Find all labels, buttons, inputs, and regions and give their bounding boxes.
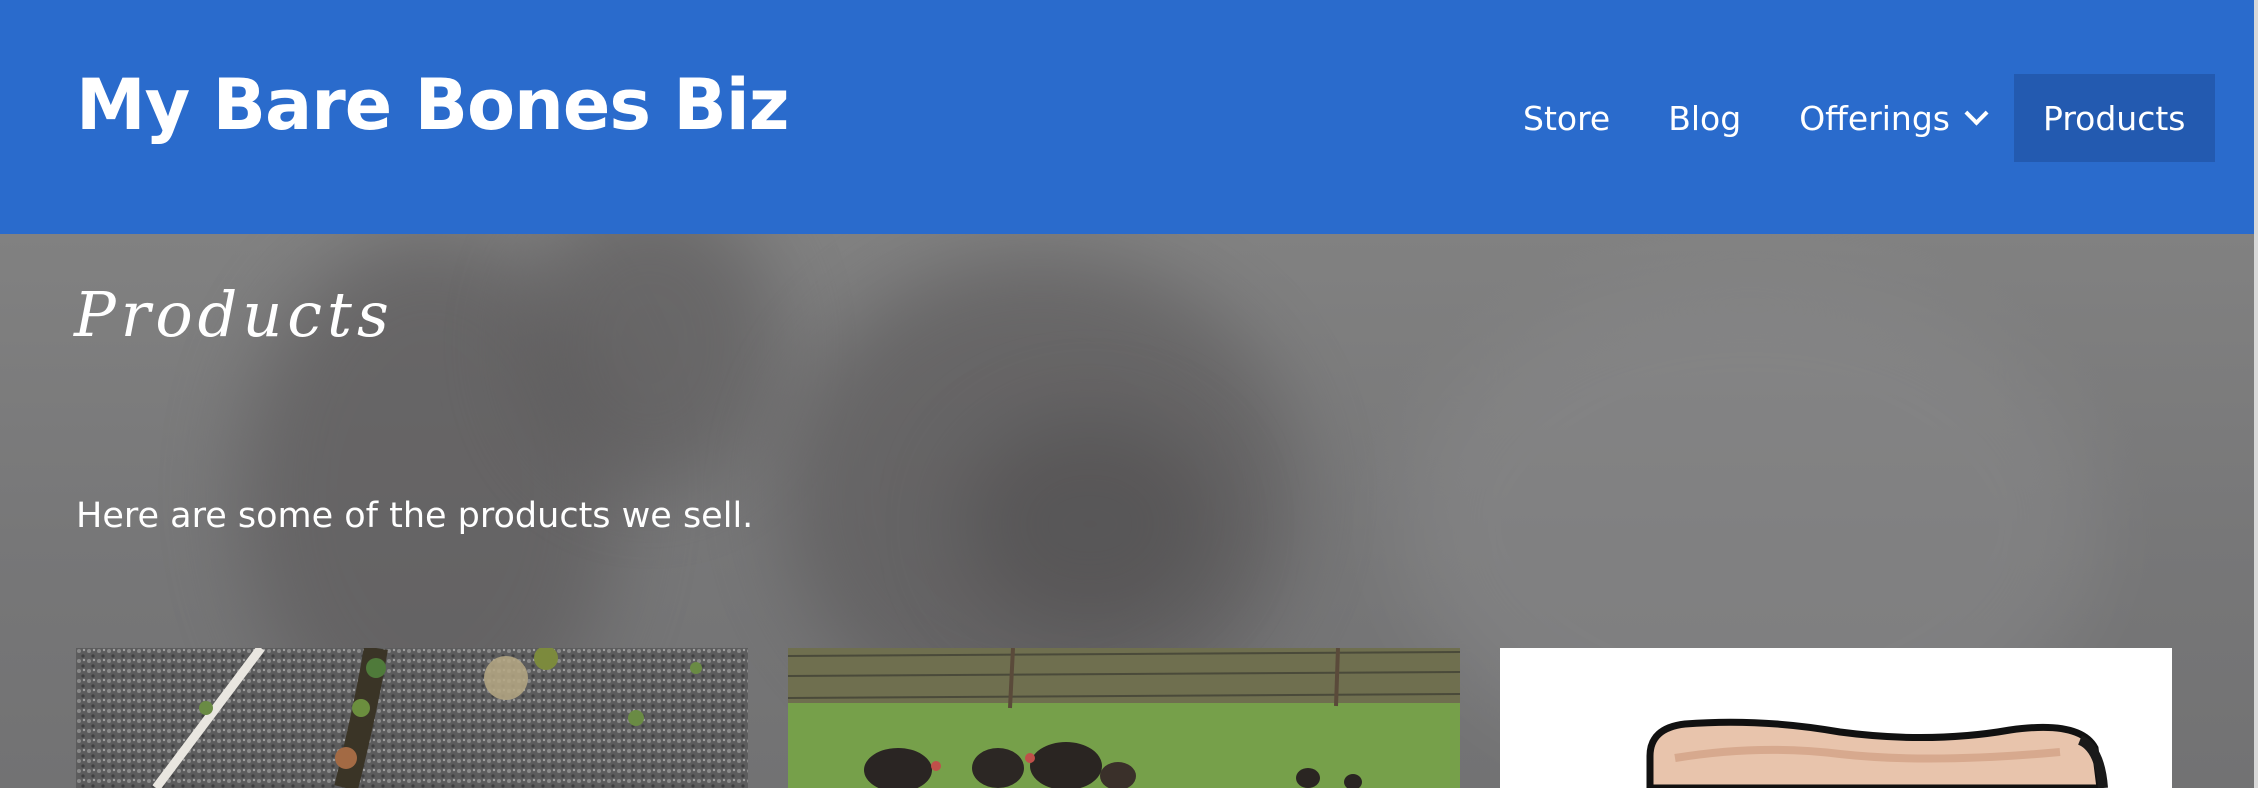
nav-item-label: Blog: [1668, 98, 1742, 138]
window-edge: [2254, 0, 2258, 788]
smoke-decoration: [960, 414, 1220, 634]
product-card-bone[interactable]: [1500, 648, 2172, 788]
nav-item-store[interactable]: Store: [1494, 74, 1639, 162]
chevron-down-icon[interactable]: [1964, 100, 1989, 126]
main-nav: Store Blog Offerings Products: [1494, 74, 2215, 162]
hero-section: Products Here are some of the products w…: [0, 234, 2254, 788]
product-card-gravel[interactable]: [76, 648, 748, 788]
nav-item-offerings[interactable]: Offerings: [1770, 74, 2014, 162]
turkeys-image: [788, 648, 1460, 788]
nav-item-label: Offerings: [1799, 98, 1950, 138]
product-card-turkeys[interactable]: [788, 648, 1460, 788]
site-header: My Bare Bones Biz Store Blog Offerings P…: [0, 0, 2254, 234]
page-title: Products: [74, 278, 394, 351]
site-title[interactable]: My Bare Bones Biz: [76, 70, 789, 140]
nav-item-products[interactable]: Products: [2014, 74, 2215, 162]
nav-item-label: Products: [2043, 98, 2186, 138]
gravel-image: [76, 648, 748, 788]
nav-item-label: Store: [1523, 98, 1611, 138]
nav-item-blog[interactable]: Blog: [1639, 74, 1770, 162]
intro-text: Here are some of the products we sell.: [76, 496, 754, 536]
bone-image: [1500, 648, 2172, 788]
